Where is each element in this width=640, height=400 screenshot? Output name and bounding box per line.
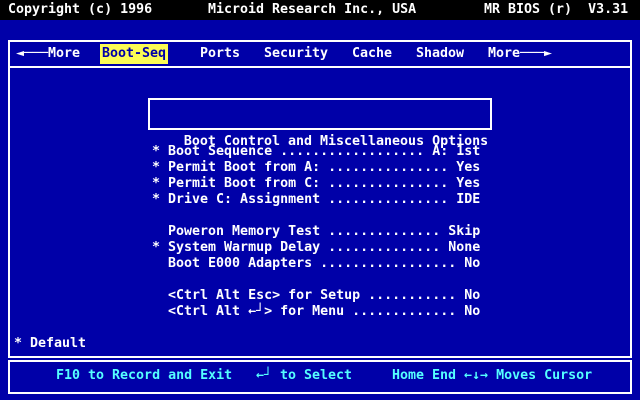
menu-item-shadow[interactable]: Shadow: [416, 46, 464, 62]
option-poweron-memory-test[interactable]: Poweron Memory Test .............. Skip: [152, 224, 480, 240]
bios-version-text: MR BIOS (r) V3.31: [484, 2, 629, 17]
bios-setup-screen: Copyright (c) 1996 Microid Research Inc.…: [0, 0, 640, 400]
option-system-warmup-delay[interactable]: * System Warmup Delay .............. Non…: [152, 240, 480, 256]
menu-item-more-left[interactable]: ◄───More: [16, 46, 80, 62]
menu-item-cache[interactable]: Cache: [352, 46, 392, 62]
copyright-text: Copyright (c) 1996: [8, 2, 153, 17]
menu-item-more-right[interactable]: More───►: [488, 46, 552, 62]
titlebar: Copyright (c) 1996 Microid Research Inc.…: [0, 0, 640, 20]
option-ctrl-alt-enter-menu[interactable]: <Ctrl Alt ←┘> for Menu ............. No: [152, 304, 480, 320]
option-boot-e000-adapters[interactable]: Boot E000 Adapters ................. No: [152, 256, 480, 272]
option-drive-c-assignment[interactable]: * Drive C: Assignment ............... ID…: [152, 192, 480, 208]
hint-select: ←┘ to Select: [256, 368, 353, 383]
menu-item-boot-seq-selected[interactable]: Boot-Seq: [100, 44, 168, 64]
company-text: Microid Research Inc., USA: [208, 2, 417, 17]
option-permit-boot-c[interactable]: * Permit Boot from C: ............... Ye…: [152, 176, 480, 192]
menu-item-ports[interactable]: Ports: [200, 46, 240, 62]
hint-cursor-keys: Home End ←↓→ Moves Cursor: [392, 368, 593, 383]
hint-record-and-exit: F10 to Record and Exit: [56, 368, 233, 383]
option-boot-sequence[interactable]: * Boot Sequence .................. A: 1s…: [152, 144, 480, 160]
option-permit-boot-a[interactable]: * Permit Boot from A: ............... Ye…: [152, 160, 480, 176]
default-legend: * Default: [14, 336, 87, 351]
panel-title-box: Boot Control and Miscellaneous Options: [148, 98, 492, 149]
option-ctrl-alt-esc-setup[interactable]: <Ctrl Alt Esc> for Setup ........... No: [152, 288, 480, 304]
menu-item-security[interactable]: Security: [264, 46, 328, 62]
